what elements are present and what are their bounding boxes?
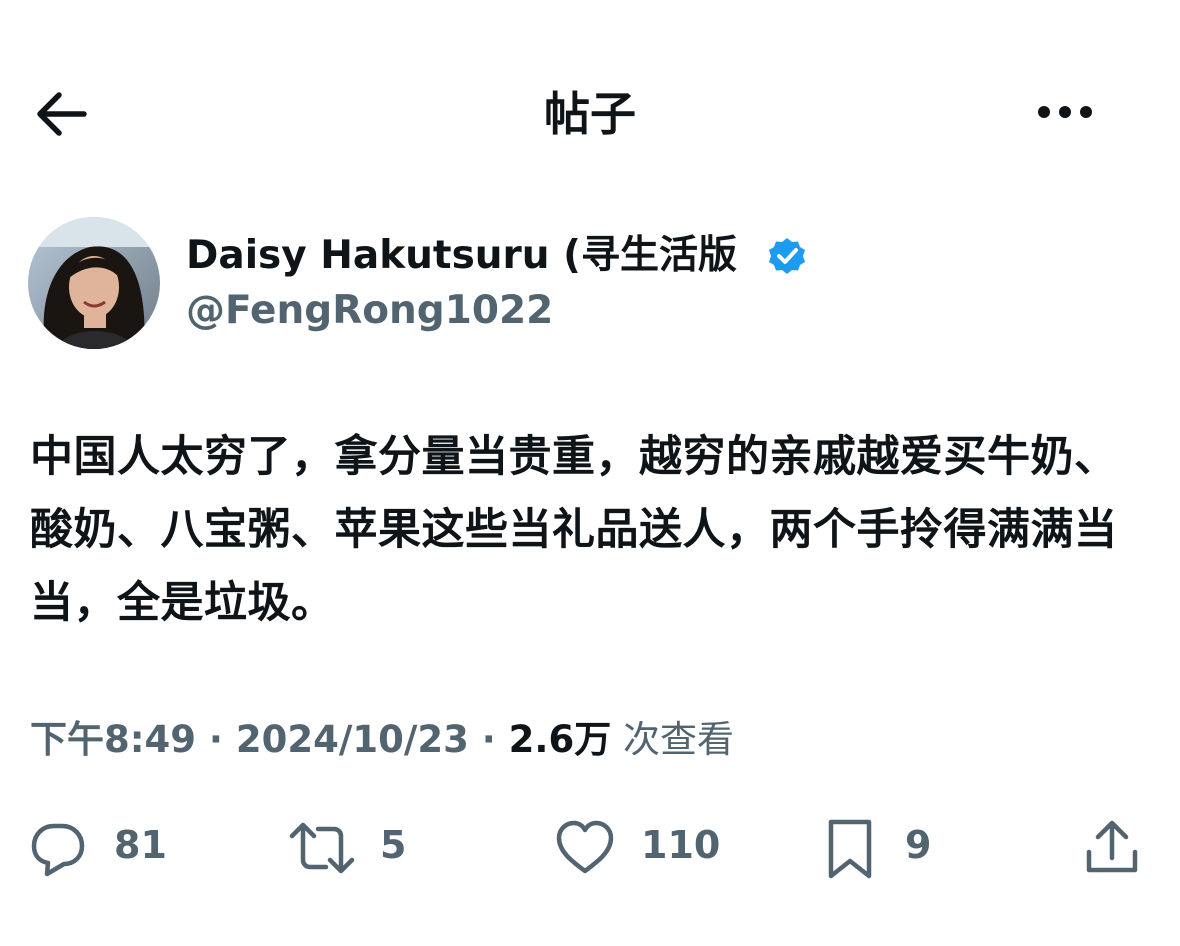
avatar[interactable]	[28, 217, 160, 349]
meta-separator: ·	[468, 718, 509, 761]
more-horizontal-icon	[1038, 106, 1092, 118]
reply-count: 81	[114, 823, 167, 867]
view-count: 2.6万	[508, 718, 612, 761]
like-count: 110	[641, 823, 721, 867]
retweet-button[interactable]: 5	[288, 812, 418, 882]
bookmark-button[interactable]: 9	[825, 812, 945, 882]
meta-separator: ·	[196, 718, 236, 761]
view-label: 次查看	[611, 718, 734, 761]
more-options-button[interactable]	[1030, 90, 1100, 134]
verified-badge-icon	[769, 238, 805, 274]
top-bar: 帖子	[0, 0, 1180, 230]
bookmark-icon	[828, 819, 872, 879]
profile-photo	[28, 217, 160, 349]
reply-icon	[31, 823, 85, 877]
share-icon	[1086, 820, 1138, 873]
like-button[interactable]: 110	[555, 812, 725, 882]
tweet-metadata: 下午8:49 · 2024/10/23 · 2.6万 次查看	[30, 714, 734, 766]
retweet-icon	[289, 822, 355, 874]
reply-button[interactable]: 81	[28, 812, 168, 882]
author-handle[interactable]: @FengRong1022	[186, 286, 553, 336]
tweet-time[interactable]: 下午8:49	[30, 718, 196, 761]
page-title: 帖子	[544, 87, 636, 141]
bookmark-count: 9	[905, 823, 932, 867]
heart-icon	[556, 820, 614, 874]
retweet-count: 5	[380, 823, 407, 867]
tweet-text: 中国人太穷了，拿分量当贵重，越穷的亲戚越爱买牛奶、酸奶、八宝粥、苹果这些当礼品送…	[30, 432, 1118, 628]
author-display-name[interactable]: Daisy Hakutsuru (寻生活版	[186, 230, 737, 282]
tweet-date[interactable]: 2024/10/23	[236, 718, 469, 761]
share-button[interactable]	[1082, 812, 1146, 882]
